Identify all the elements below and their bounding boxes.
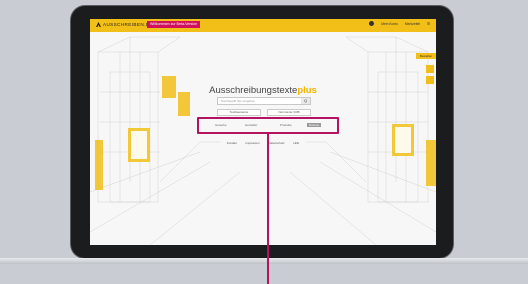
link-datenschutz[interactable]: Datenschutz — [269, 141, 285, 145]
account-label: Mein Konto — [381, 21, 398, 26]
search-placeholder: Suchbegriff hier eingeben — [221, 99, 256, 103]
textbausteine-button[interactable]: Textbausteine — [217, 109, 261, 116]
side-icon-1[interactable] — [426, 65, 434, 73]
logo-icon — [96, 22, 101, 27]
highlight-box — [197, 117, 339, 134]
brand-title: Ausschreibungstexteplus — [90, 85, 436, 96]
top-bar: AUSSCHREIBEN.DE Willkommen zur Beta-Vers… — [90, 19, 436, 32]
beta-badge[interactable]: Willkommen zur Beta-Version — [147, 21, 201, 28]
top-nav: Mein Konto Merkzettel ☰ — [357, 21, 430, 26]
architecture-sketch-background — [90, 36, 436, 245]
callout-line — [267, 134, 269, 284]
search-button[interactable]: Q — [301, 98, 310, 104]
link-kontakt[interactable]: Kontakt — [227, 141, 237, 145]
link-hilfe[interactable]: Hilfe — [293, 141, 299, 145]
normtexte-button[interactable]: Normtexte VOB — [267, 109, 311, 116]
brand-title-accent: plus — [297, 85, 317, 96]
link-impressum[interactable]: Impressum — [245, 141, 259, 145]
footer-links: Kontakt Impressum Datenschutz Hilfe — [90, 141, 436, 145]
user-icon — [369, 21, 375, 26]
side-tab-bestellen[interactable]: Bestellen — [416, 53, 436, 59]
account-link[interactable]: Mein Konto — [363, 21, 398, 26]
brand-title-main: Ausschreibungstexte — [209, 85, 298, 96]
menu-icon[interactable]: ☰ — [427, 22, 430, 26]
laptop-base — [0, 258, 528, 264]
search-input[interactable]: Suchbegriff hier eingeben Q — [217, 97, 311, 105]
side-icon-2[interactable] — [426, 76, 434, 84]
logo-text: AUSSCHREIBEN.DE — [103, 22, 153, 27]
notepad-link[interactable]: Merkzettel — [405, 22, 420, 26]
site-logo[interactable]: AUSSCHREIBEN.DE — [96, 22, 153, 27]
